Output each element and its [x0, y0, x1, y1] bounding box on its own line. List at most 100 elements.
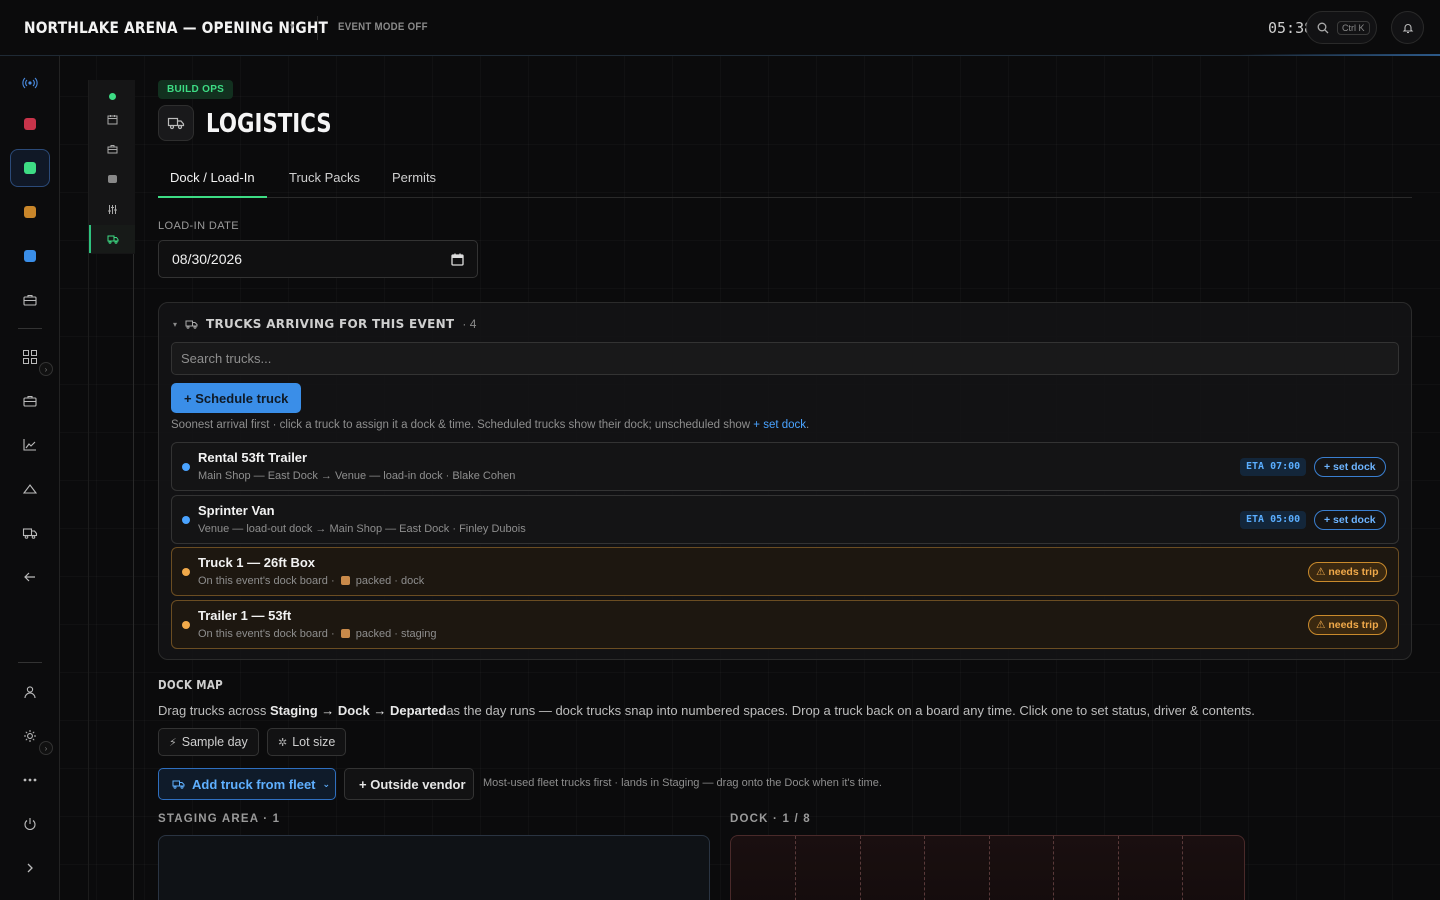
needs-trip-badge[interactable]: ⚠ needs trip [1308, 615, 1387, 635]
trucks-panel-title: TRUCKS ARRIVING FOR THIS EVENT [206, 317, 455, 331]
toolbox-icon [23, 294, 37, 306]
sub-rail [88, 80, 135, 900]
sub-briefcase-button[interactable] [89, 135, 135, 163]
sub-mixer-button[interactable] [89, 195, 135, 223]
rail-orange-module[interactable] [10, 193, 50, 231]
add-truck-from-fleet-button[interactable]: Add truck from fleet ⌄ [158, 768, 336, 800]
sub-database-button[interactable] [89, 165, 135, 193]
desc-departed: Departed [389, 703, 447, 718]
search-trucks-input[interactable]: Search trucks... [171, 342, 1399, 375]
bell-icon [1402, 23, 1413, 33]
truck-icon [107, 235, 119, 244]
dock-slot-divider [924, 836, 925, 900]
truck-row[interactable]: Truck 1 — 26ft Box On this event's dock … [171, 547, 1399, 596]
tab-dock-load-in[interactable]: Dock / Load-In [158, 170, 267, 198]
collapse-caret-icon[interactable]: ▾ [173, 320, 177, 329]
user-icon [24, 686, 36, 699]
sun-icon [24, 730, 36, 742]
chevron-right-icon[interactable]: › [39, 741, 53, 755]
add-fleet-label: Add truck from fleet [192, 776, 316, 792]
notifications-button[interactable] [1391, 11, 1424, 44]
search-button[interactable]: Ctrl K [1306, 11, 1377, 44]
page-title: LOGISTICS [206, 109, 332, 139]
desc-text: Drag trucks across [158, 703, 267, 718]
dock-slot-divider [989, 836, 990, 900]
rail-trucks-button[interactable] [10, 514, 50, 552]
rail-venue-button[interactable] [10, 470, 50, 508]
sample-day-button[interactable]: ⚡ Sample day [158, 728, 259, 756]
dock-map-title: DOCK MAP [158, 678, 224, 692]
briefcase-icon [107, 145, 117, 154]
dock-slot-divider [1182, 836, 1183, 900]
search-icon [1317, 22, 1329, 33]
event-title[interactable]: NORTHLAKE ARENA — OPENING NIGHT [24, 18, 328, 37]
chart-icon [23, 439, 36, 451]
chevron-right-icon[interactable]: › [39, 362, 53, 376]
sub-calendar-button[interactable] [89, 105, 135, 133]
rail-reports-button[interactable] [10, 426, 50, 464]
trucks-panel: ▾ TRUCKS ARRIVING FOR THIS EVENT · 4 Sea… [158, 302, 1412, 660]
sub-logistics-button[interactable] [89, 225, 135, 253]
set-dock-button[interactable]: + set dock [1314, 457, 1386, 477]
staging-area-board[interactable] [158, 835, 710, 900]
trucks-panel-header[interactable]: ▾ TRUCKS ARRIVING FOR THIS EVENT · 4 [173, 317, 476, 331]
truck-icon [172, 780, 185, 789]
desc-arrow: → [321, 703, 335, 718]
status-dot [182, 463, 190, 471]
dock-slot-divider [1053, 836, 1054, 900]
rail-briefcase-button[interactable] [10, 382, 50, 420]
shortcut-hint: Ctrl K [1337, 20, 1370, 35]
hint-end: . [806, 419, 810, 431]
trucks-count: · 4 [462, 317, 477, 331]
rail-expand-button[interactable] [10, 849, 50, 887]
rail-more-button[interactable] [10, 761, 50, 799]
tab-permits[interactable]: Permits [392, 170, 436, 198]
sample-day-label: Sample day [181, 735, 248, 749]
chevron-right-icon [27, 863, 33, 873]
status-prefix: On this event's dock board · [198, 628, 335, 640]
rail-blue-module[interactable] [10, 237, 50, 275]
tent-icon [22, 484, 38, 494]
load-in-date-input[interactable]: 08/30/2026 [158, 240, 478, 278]
truck-row[interactable]: Sprinter Van Venue — load-out dock → Mai… [171, 495, 1399, 544]
calendar-icon[interactable] [451, 253, 464, 266]
module-color-icon [24, 250, 36, 262]
rail-back-button[interactable] [10, 558, 50, 596]
set-dock-link[interactable]: + set dock [753, 419, 806, 431]
truck-row[interactable]: Trailer 1 — 53ft On this event's dock bo… [171, 600, 1399, 649]
rail-red-module[interactable] [10, 105, 50, 143]
chevron-down-icon[interactable]: ▾ [290, 21, 295, 32]
rail-toolbox-button[interactable] [10, 281, 50, 319]
outside-vendor-button[interactable]: + Outside vendor [344, 768, 474, 800]
grid-icon [23, 350, 37, 364]
sliders-icon [107, 204, 117, 214]
page-icon [158, 105, 194, 141]
module-color-icon [24, 206, 36, 218]
rail-green-module[interactable] [10, 149, 50, 187]
event-mode-toggle[interactable]: EVENT MODE OFF [338, 21, 428, 33]
schedule-truck-button[interactable]: + Schedule truck [171, 383, 302, 413]
truck-route: Main Shop — East Dock → Venue — load-in … [198, 470, 516, 482]
truck-status: On this event's dock board · packed · do… [198, 575, 424, 587]
gear-icon: ✲ [278, 736, 288, 749]
tab-truck-packs[interactable]: Truck Packs [289, 170, 360, 198]
load-in-date-label: LOAD-IN DATE [158, 220, 239, 232]
status-suffix: packed · staging [355, 628, 437, 640]
rail-power-button[interactable] [10, 805, 50, 843]
truck-row[interactable]: Rental 53ft Trailer Main Shop — East Doc… [171, 442, 1399, 491]
truck-icon [167, 117, 185, 130]
lot-size-button[interactable]: ✲ Lot size [267, 728, 347, 756]
truck-icon [22, 528, 38, 539]
broadcast-icon [22, 77, 38, 89]
divider [317, 16, 318, 40]
rail-profile-button[interactable] [10, 673, 50, 711]
date-value: 08/30/2026 [172, 251, 243, 267]
rail-divider [18, 328, 42, 329]
more-icon [23, 778, 37, 782]
set-dock-button[interactable]: + set dock [1314, 510, 1386, 530]
dock-label: DOCK · 1 / 8 [730, 813, 811, 825]
fleet-note: Most-used fleet trucks first · lands in … [483, 777, 882, 789]
dock-board[interactable] [730, 835, 1245, 900]
needs-trip-badge[interactable]: ⚠ needs trip [1308, 562, 1387, 582]
rail-live-button[interactable] [10, 64, 50, 102]
